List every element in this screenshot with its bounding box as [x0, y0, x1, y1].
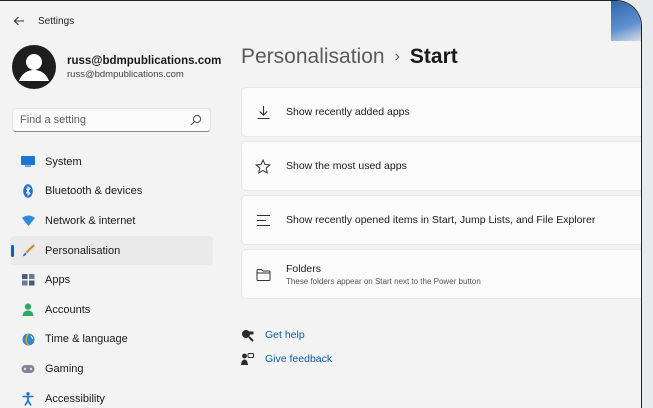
setting-label: Show recently opened items in Start, Jum… — [286, 214, 596, 226]
profile-name: russ@bdmpublications.com — [67, 54, 222, 67]
profile-email: russ@bdmpublications.com — [67, 68, 184, 80]
sidebar-item-apps[interactable]: Apps — [10, 265, 213, 295]
list-icon — [255, 212, 271, 228]
download-icon — [255, 104, 271, 120]
sidebar-item-bluetooth[interactable]: Bluetooth & devices — [10, 177, 213, 207]
sidebar-item-label: Bluetooth & devices — [45, 185, 143, 198]
accessibility-icon — [21, 391, 35, 406]
sidebar-item-label: Accessibility — [45, 392, 105, 405]
breadcrumb-parent[interactable]: Personalisation — [241, 45, 385, 69]
avatar — [12, 45, 56, 89]
sidebar-item-network[interactable]: Network & internet — [10, 206, 213, 236]
feedback-icon — [240, 352, 254, 366]
setting-recently-opened-items[interactable]: Show recently opened items in Start, Jum… — [241, 195, 641, 245]
sidebar-item-gaming[interactable]: Gaming — [10, 354, 213, 384]
breadcrumb: Personalisation › Start — [241, 45, 458, 69]
system-icon — [21, 155, 35, 169]
sidebar-item-label: Time & language — [45, 333, 128, 346]
bluetooth-icon — [21, 184, 35, 199]
app-title: Settings — [38, 15, 75, 27]
time-language-icon — [21, 332, 35, 346]
sidebar-item-accounts[interactable]: Accounts — [10, 295, 213, 325]
search-box[interactable] — [12, 108, 211, 132]
settings-window: Settings russ@bdmpublications.com russ@b… — [0, 0, 642, 408]
setting-label: Show the most used apps — [286, 160, 407, 172]
search-icon — [190, 114, 202, 126]
get-help-link[interactable]: Get help — [240, 323, 332, 347]
setting-recently-added-apps[interactable]: Show recently added apps — [241, 87, 641, 137]
user-profile[interactable]: russ@bdmpublications.com russ@bdmpublica… — [12, 45, 221, 89]
help-links: Get help Give feedback — [240, 323, 332, 371]
sidebar-item-system[interactable]: System — [10, 147, 213, 177]
sidebar-item-label: Accounts — [45, 303, 91, 316]
back-arrow-icon — [13, 16, 24, 26]
network-icon — [21, 214, 35, 228]
personalisation-icon — [21, 244, 35, 258]
give-feedback-link[interactable]: Give feedback — [240, 347, 332, 371]
setting-folders[interactable]: Folders These folders appear on Start ne… — [241, 249, 641, 299]
title-bar: Settings — [0, 1, 641, 41]
get-help-label: Get help — [265, 329, 305, 341]
active-indicator — [11, 244, 14, 257]
sidebar-item-label: System — [45, 155, 82, 168]
breadcrumb-separator: › — [394, 48, 400, 65]
gaming-icon — [21, 362, 35, 376]
sidebar-nav: System Bluetooth & devices Network & int… — [10, 147, 213, 408]
sidebar-item-label: Personalisation — [45, 244, 121, 257]
sidebar-item-accessibility[interactable]: Accessibility — [10, 384, 213, 408]
star-icon — [255, 158, 271, 174]
back-button[interactable] — [6, 8, 32, 34]
accounts-icon — [21, 303, 35, 317]
setting-label: Show recently added apps — [286, 106, 410, 118]
folder-icon — [255, 266, 271, 282]
sidebar-item-label: Gaming — [45, 362, 84, 375]
setting-most-used-apps[interactable]: Show the most used apps — [241, 141, 641, 191]
setting-description: These folders appear on Start next to th… — [286, 276, 481, 286]
sidebar-item-personalisation[interactable]: Personalisation — [10, 235, 213, 266]
sidebar-item-time-language[interactable]: Time & language — [10, 325, 213, 355]
apps-icon — [21, 273, 35, 287]
sidebar-item-label: Apps — [45, 274, 71, 287]
setting-label: Folders — [286, 262, 322, 275]
sidebar-item-label: Network & internet — [45, 214, 136, 227]
search-input[interactable] — [13, 113, 190, 127]
page-title: Start — [409, 45, 458, 68]
give-feedback-label: Give feedback — [265, 353, 333, 365]
help-icon — [240, 328, 254, 342]
